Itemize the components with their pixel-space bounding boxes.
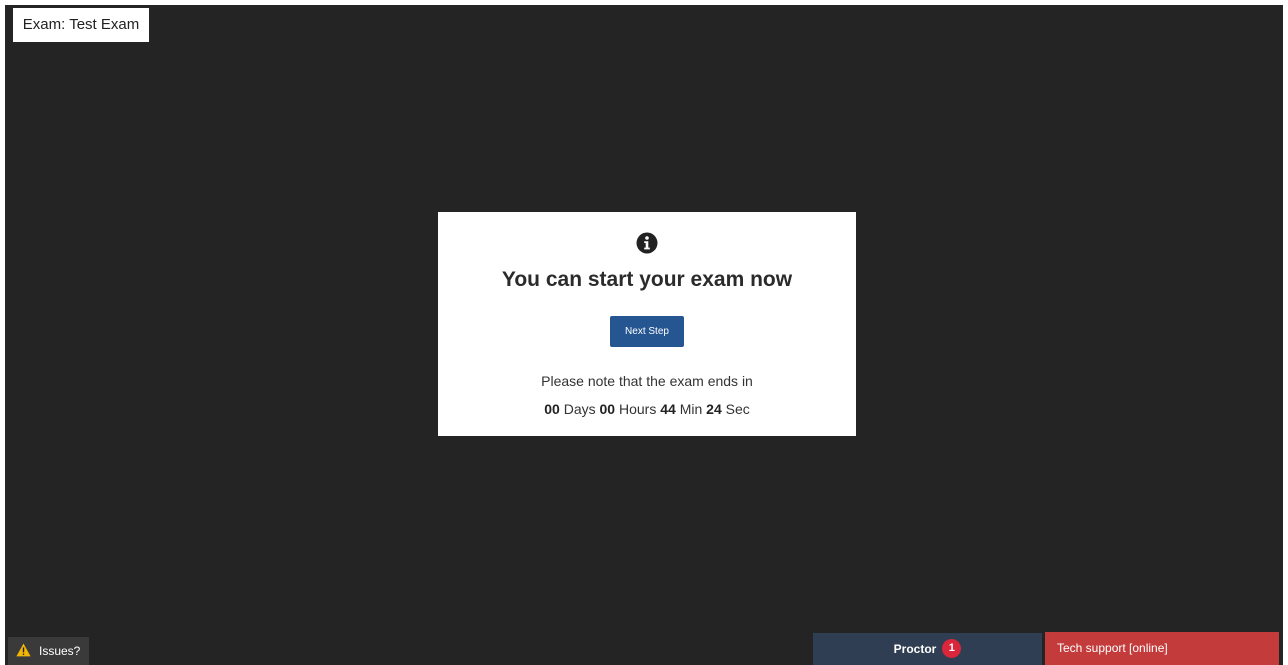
next-step-button[interactable]: Next Step <box>610 316 684 347</box>
tech-support-button[interactable]: Tech support [online] <box>1045 632 1279 665</box>
issues-button[interactable]: Issues? <box>8 637 89 665</box>
info-circle-icon <box>636 232 658 254</box>
countdown-days-label: Days <box>563 401 596 417</box>
warning-icon <box>16 643 31 657</box>
countdown-minutes: 44 <box>660 401 676 417</box>
countdown-days: 00 <box>544 401 560 417</box>
countdown-hours-label: Hours <box>618 401 657 417</box>
proctor-label: Proctor <box>893 642 937 656</box>
countdown-minutes-label: Min <box>679 401 703 417</box>
countdown-timer: 00 Days 00 Hours 44 Min 24 Sec <box>438 400 856 418</box>
proctor-button[interactable]: Proctor 1 <box>813 633 1042 665</box>
exam-title: Exam: Test Exam <box>13 8 149 42</box>
countdown-hours: 00 <box>599 401 616 417</box>
exam-end-note: Please note that the exam ends in <box>541 373 753 389</box>
countdown-seconds-label: Sec <box>725 401 750 417</box>
countdown-seconds: 24 <box>706 401 722 417</box>
start-exam-dialog: You can start your exam now Next Step Pl… <box>438 212 856 436</box>
issues-label: Issues? <box>39 644 81 658</box>
exam-screen: Exam: Test Exam You can start your exam … <box>5 5 1283 665</box>
dialog-heading: You can start your exam now <box>501 268 793 291</box>
proctor-notification-badge: 1 <box>942 639 962 659</box>
